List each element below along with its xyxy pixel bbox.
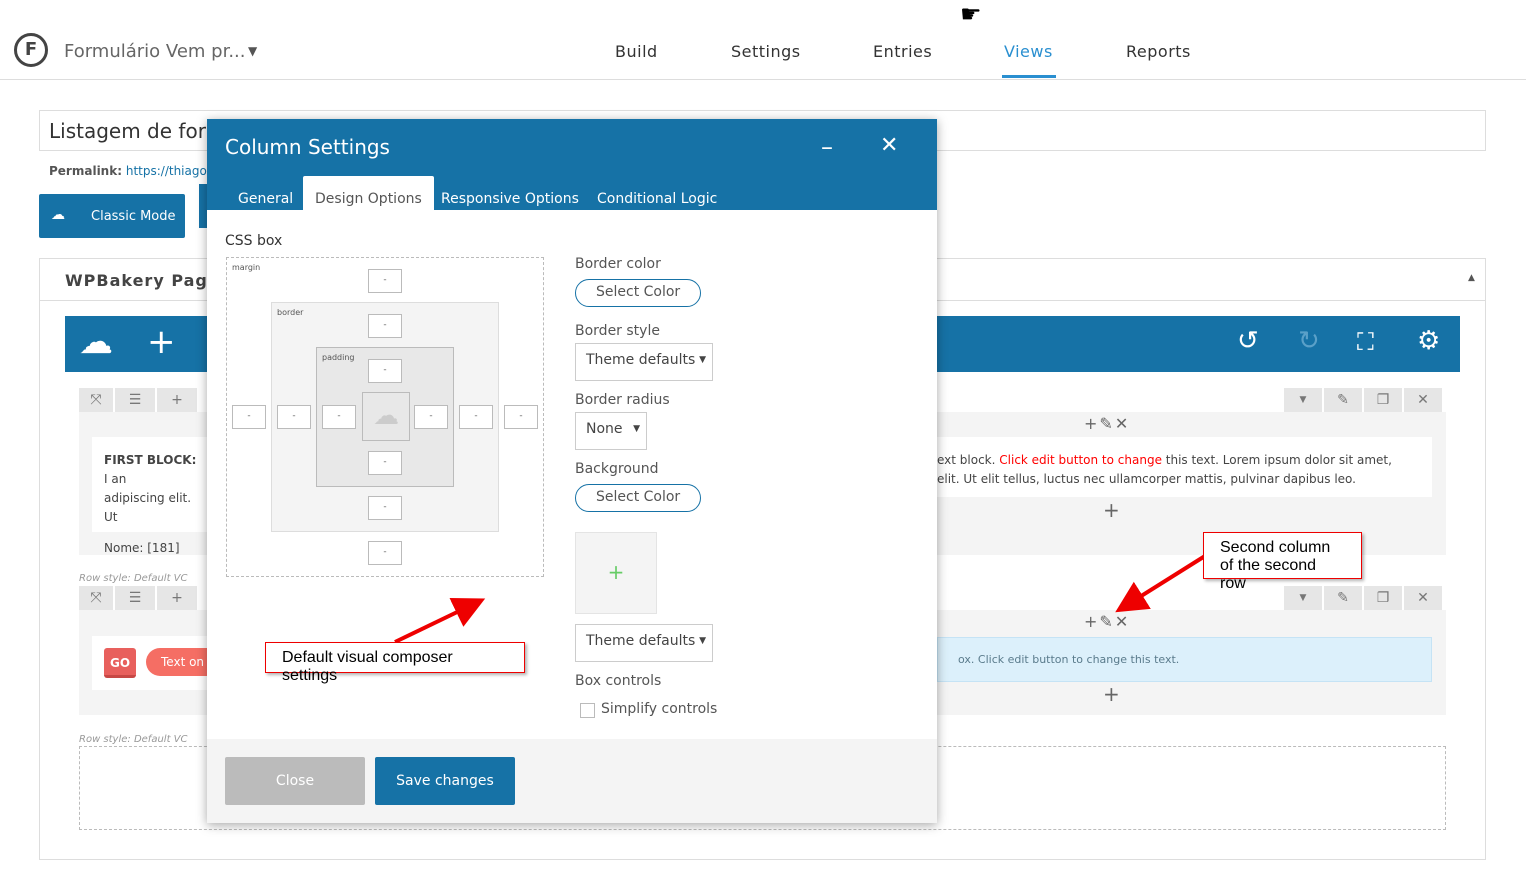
- arrow-to-css-box: [394, 598, 486, 644]
- annotation-text: Second column: [1220, 539, 1331, 556]
- annotation-arrows: [394, 554, 1207, 644]
- annotation-default-settings: Default visual composer settings: [265, 642, 525, 684]
- arrow-to-column-edit: [1115, 554, 1207, 613]
- annotation-second-column: Second column of the second row: [1203, 532, 1362, 592]
